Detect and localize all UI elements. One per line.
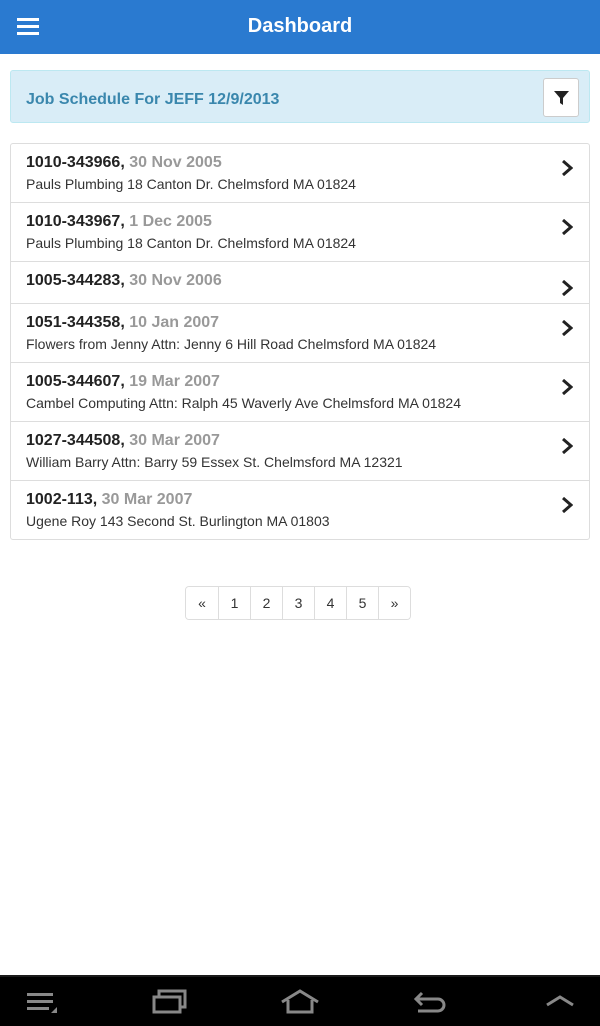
chevron-right-icon: [562, 438, 573, 454]
job-address: William Barry Attn: Barry 59 Essex St. C…: [26, 454, 403, 470]
chevron-right-icon: [562, 379, 573, 395]
job-list-item[interactable]: 1027-344508, 30 Mar 2007 William Barry A…: [11, 421, 589, 480]
schedule-title: Job Schedule For JEFF 12/9/2013: [26, 91, 280, 108]
job-address: Cambel Computing Attn: Ralph 45 Waverly …: [26, 395, 461, 411]
job-id: 1002-113,: [26, 491, 98, 508]
job-address: Ugene Roy 143 Second St. Burlington MA 0…: [26, 513, 330, 529]
job-list-item[interactable]: 1002-113, 30 Mar 2007 Ugene Roy 143 Seco…: [11, 480, 589, 539]
pagination: « 1 2 3 4 5 »: [185, 586, 411, 620]
back-icon[interactable]: [412, 989, 448, 1015]
job-list-item[interactable]: 1010-343967, 1 Dec 2005 Pauls Plumbing 1…: [11, 202, 589, 261]
chevron-right-icon: [562, 160, 573, 176]
job-list-item[interactable]: 1005-344607, 19 Mar 2007 Cambel Computin…: [11, 362, 589, 421]
page-link-4[interactable]: 4: [314, 587, 346, 619]
job-date: 30 Nov 2006: [129, 272, 222, 289]
job-date: 30 Mar 2007: [101, 491, 193, 508]
chevron-right-icon: [562, 320, 573, 336]
job-list-item[interactable]: 1010-343966, 30 Nov 2005 Pauls Plumbing …: [11, 144, 589, 202]
job-id: 1051-344358,: [26, 314, 125, 331]
job-date: 19 Mar 2007: [129, 373, 220, 390]
job-list: 1010-343966, 30 Nov 2005 Pauls Plumbing …: [10, 143, 590, 540]
job-list-item[interactable]: 1051-344358, 10 Jan 2007 Flowers from Je…: [11, 303, 589, 362]
page-link-2[interactable]: 2: [250, 587, 282, 619]
job-address: Pauls Plumbing 18 Canton Dr. Chelmsford …: [26, 176, 356, 192]
job-list-item[interactable]: 1005-344283, 30 Nov 2006: [11, 261, 589, 303]
recent-apps-icon[interactable]: [152, 989, 188, 1015]
filter-icon: [554, 91, 569, 105]
page-link-1[interactable]: 1: [218, 587, 250, 619]
chevron-right-icon: [562, 219, 573, 235]
job-id: 1010-343966,: [26, 154, 125, 171]
app-header: Dashboard: [0, 0, 600, 54]
system-nav-bar: [0, 975, 600, 1026]
page-prev-link[interactable]: «: [186, 587, 218, 619]
job-address: Pauls Plumbing 18 Canton Dr. Chelmsford …: [26, 235, 356, 251]
chevron-right-icon: [562, 497, 573, 513]
schedule-panel: Job Schedule For JEFF 12/9/2013: [10, 70, 590, 123]
job-date: 30 Mar 2007: [129, 432, 220, 449]
job-id: 1005-344607,: [26, 373, 125, 390]
page-link-5[interactable]: 5: [346, 587, 378, 619]
job-date: 1 Dec 2005: [129, 213, 212, 230]
chevron-right-icon: [562, 280, 573, 296]
page-link-3[interactable]: 3: [282, 587, 314, 619]
filter-button[interactable]: [543, 78, 579, 117]
up-arrow-icon[interactable]: [545, 989, 575, 1015]
job-id: 1010-343967,: [26, 213, 125, 230]
job-id: 1027-344508,: [26, 432, 125, 449]
page-title: Dashboard: [247, 15, 353, 37]
job-address: Flowers from Jenny Attn: Jenny 6 Hill Ro…: [26, 336, 437, 352]
menu-icon[interactable]: [27, 989, 59, 1015]
job-id: 1005-344283,: [26, 272, 125, 289]
job-date: 30 Nov 2005: [129, 154, 222, 171]
home-icon[interactable]: [280, 989, 320, 1015]
page-next-link[interactable]: »: [378, 587, 410, 619]
job-date: 10 Jan 2007: [129, 314, 220, 331]
